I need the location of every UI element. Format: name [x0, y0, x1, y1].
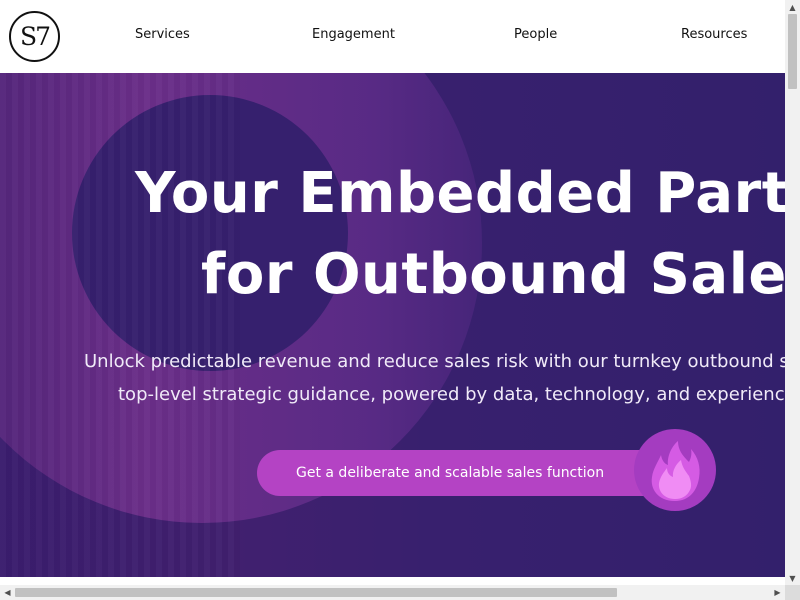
hero-headline-line2: for Outbound Sales: [201, 242, 785, 307]
decorative-stripes: [0, 73, 240, 577]
nav-resources[interactable]: Resources: [681, 27, 747, 42]
scroll-right-icon[interactable]: ▶: [770, 585, 785, 600]
cta-label: Get a deliberate and scalable sales func…: [296, 465, 605, 481]
scroll-down-icon[interactable]: ▼: [785, 571, 800, 585]
hero-subtext-line1: Unlock predictable revenue and reduce sa…: [84, 351, 785, 372]
nav-engagement[interactable]: Engagement: [312, 27, 395, 42]
logo-text: S7: [19, 22, 51, 51]
scroll-left-icon[interactable]: ◀: [0, 585, 15, 600]
hero-subtext-line2: top-level strategic guidance, powered by…: [118, 384, 785, 405]
vertical-scrollbar[interactable]: ▲ ▼: [785, 0, 800, 585]
vertical-scroll-thumb[interactable]: [788, 14, 797, 89]
nav-services[interactable]: Services: [135, 27, 190, 42]
site-header: S7 Services Engagement People Resources: [0, 0, 785, 73]
hero-section: Your Embedded Partn for Outbound Sales U…: [0, 73, 785, 577]
horizontal-scrollbar[interactable]: ◀ ▶: [0, 585, 785, 600]
logo[interactable]: S7: [9, 11, 60, 62]
scroll-up-icon[interactable]: ▲: [785, 0, 800, 14]
nav-people[interactable]: People: [514, 27, 557, 42]
hero-headline-line1: Your Embedded Partn: [135, 161, 785, 226]
scrollbar-corner: [785, 585, 800, 600]
flame-badge: [634, 429, 716, 511]
flame-icon: [638, 433, 712, 507]
cta-button[interactable]: Get a deliberate and scalable sales func…: [257, 450, 677, 496]
horizontal-scroll-thumb[interactable]: [15, 588, 617, 597]
